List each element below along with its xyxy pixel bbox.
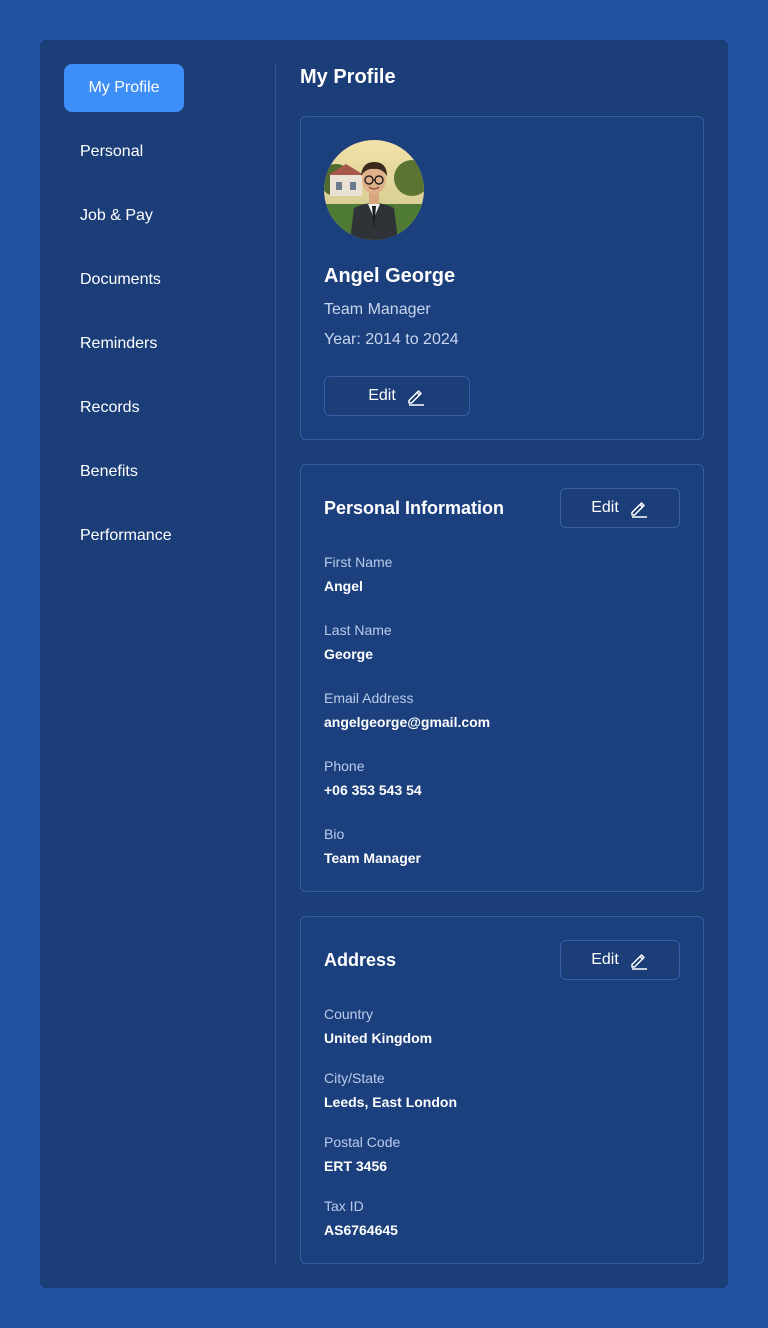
sidebar-item-records[interactable]: Records [64, 384, 184, 432]
sidebar-item-personal[interactable]: Personal [64, 128, 184, 176]
sidebar-item-job-pay[interactable]: Job & Pay [64, 192, 184, 240]
email-label: Email Address [324, 690, 414, 706]
pencil-icon [631, 954, 647, 970]
profile-photo-icon [324, 140, 424, 240]
profile-years: Year: 2014 to 2024 [324, 331, 459, 348]
pencil-icon [408, 390, 424, 406]
profile-app: My Profile Personal Job & Pay Documents … [40, 40, 728, 1288]
edit-button-label: Edit [591, 951, 619, 968]
address-edit-button[interactable]: Edit [560, 940, 680, 980]
country-value: United Kingdom [324, 1030, 433, 1046]
address-card: Address Edit Country United Kingdom City… [300, 916, 704, 1264]
first-name-value: Angel [324, 578, 363, 594]
sidebar-item-performance[interactable]: Performance [64, 512, 184, 560]
last-name-value: George [324, 646, 374, 662]
tax-id-label: Tax ID [324, 1198, 364, 1214]
last-name-label: Last Name [324, 622, 392, 638]
tax-id-value: AS6764645 [324, 1222, 398, 1238]
profile-role: Team Manager [324, 301, 431, 318]
first-name-label: First Name [324, 554, 393, 570]
address-title: Address [324, 950, 397, 970]
sidebar-item-benefits[interactable]: Benefits [64, 448, 184, 496]
page-title: My Profile [300, 66, 396, 88]
sidebar-item-reminders[interactable]: Reminders [64, 320, 184, 368]
profile-edit-button[interactable]: Edit [324, 376, 470, 416]
sidebar-item-my-profile[interactable]: My Profile [64, 64, 184, 112]
personal-information-title: Personal Information [324, 498, 505, 518]
postal-code-label: Postal Code [324, 1134, 401, 1150]
edit-button-label: Edit [368, 387, 396, 404]
bio-label: Bio [324, 826, 345, 842]
phone-label: Phone [324, 758, 365, 774]
pencil-icon [631, 502, 647, 518]
country-label: Country [324, 1006, 374, 1022]
personal-information-card: Personal Information Edit First Name Ang… [300, 464, 704, 892]
postal-code-value: ERT 3456 [324, 1158, 388, 1174]
bio-value: Team Manager [324, 850, 421, 866]
sidebar: My Profile Personal Job & Pay Documents … [64, 64, 276, 1264]
city-state-label: City/State [324, 1070, 385, 1086]
email-value: angelgeorge@gmail.com [324, 714, 491, 730]
sidebar-item-documents[interactable]: Documents [64, 256, 184, 304]
profile-card: Angel George Team Manager Year: 2014 to … [300, 116, 704, 440]
phone-value: +06 353 543 54 [324, 782, 422, 798]
avatar [324, 140, 424, 240]
personal-edit-button[interactable]: Edit [560, 488, 680, 528]
city-state-value: Leeds, East London [324, 1094, 458, 1110]
edit-button-label: Edit [591, 499, 619, 516]
profile-name: Angel George [324, 265, 456, 287]
